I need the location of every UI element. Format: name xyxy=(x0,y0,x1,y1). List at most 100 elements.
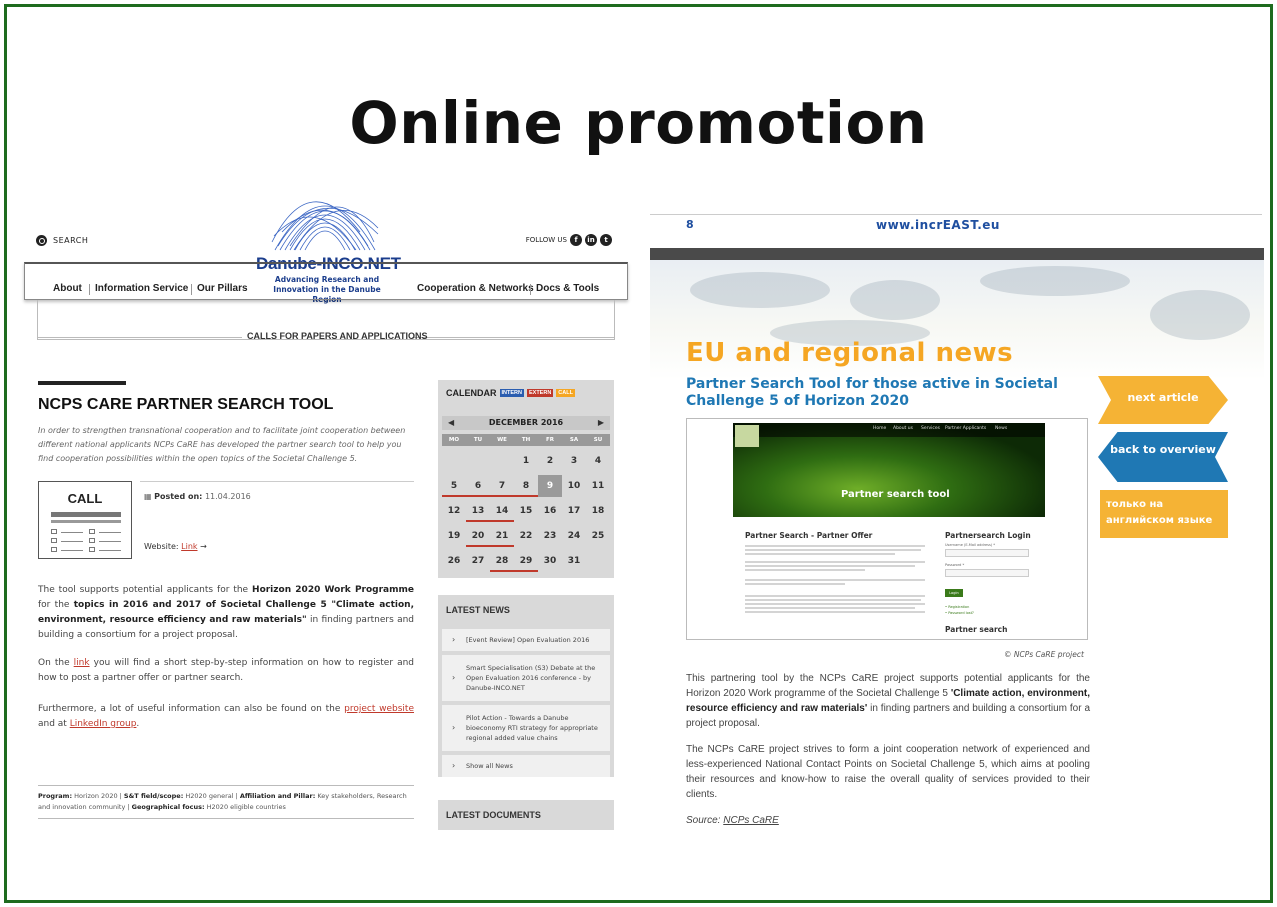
calendar-day[interactable]: 12 xyxy=(442,500,466,522)
tag-intern[interactable]: INTERN xyxy=(499,389,524,397)
pst-forgot-link[interactable]: • Password lost? xyxy=(945,611,974,615)
pst-nav: Home About us Services Partner Applicant… xyxy=(733,423,1045,437)
latest-documents-panel: LATEST DOCUMENTS xyxy=(438,800,614,830)
pst-register-link[interactable]: • Registration xyxy=(945,605,969,609)
nav-our-pillars[interactable]: Our Pillars xyxy=(197,283,248,294)
pst-username-input[interactable] xyxy=(945,549,1029,557)
calendar-day[interactable]: 8 xyxy=(514,475,538,497)
back-to-overview-button[interactable]: back to overview xyxy=(1098,432,1228,482)
search-label: SEARCH xyxy=(53,236,89,245)
calendar-day[interactable]: 26 xyxy=(442,550,466,572)
nav-docs-tools[interactable]: Docs & Tools xyxy=(536,283,599,294)
calendar-day[interactable]: 20 xyxy=(466,525,490,547)
next-article-button[interactable]: next article xyxy=(1098,376,1228,424)
image-credit: © NCPs CaRE project xyxy=(1004,650,1084,659)
calendar-day[interactable]: 30 xyxy=(538,550,562,572)
register-link[interactable]: link xyxy=(74,658,90,668)
calendar-day[interactable]: 6 xyxy=(466,475,490,497)
next-article-label: next article xyxy=(1127,391,1199,404)
weekday-label: SA xyxy=(569,437,579,443)
text-line xyxy=(745,545,925,547)
calendar-day[interactable]: 28 xyxy=(490,550,514,572)
pst-nav-item[interactable]: Home xyxy=(873,426,886,431)
nav-about[interactable]: About xyxy=(53,283,82,294)
call-bar xyxy=(51,512,121,517)
linkedin-icon[interactable]: in xyxy=(585,234,597,246)
calendar-day[interactable]: 15 xyxy=(514,500,538,522)
news-item[interactable]: › Smart Specialisation (S3) Debate at the… xyxy=(442,655,610,701)
weekday-label: TH xyxy=(521,437,531,443)
calendar-day[interactable]: 1 xyxy=(514,450,538,472)
pst-hero-title: Partner search tool xyxy=(841,489,950,500)
pst-password-input[interactable] xyxy=(945,569,1029,577)
calendar-day[interactable]: 29 xyxy=(514,550,538,572)
calendar-day[interactable]: 23 xyxy=(538,525,562,547)
english-only-note: только на английском языке xyxy=(1100,490,1228,538)
checkbox-icon xyxy=(51,529,57,534)
news-item[interactable]: › Pilot Action - Towards a Danube bioecon… xyxy=(442,705,610,751)
nav-information-service[interactable]: Information Service xyxy=(95,283,188,294)
call-badge: CALL xyxy=(38,481,132,559)
calendar-day[interactable]: 4 xyxy=(586,450,610,472)
pst-nav-item[interactable]: Services xyxy=(921,426,940,431)
twitter-icon[interactable]: t xyxy=(600,234,612,246)
calendar-day[interactable]: 18 xyxy=(586,500,610,522)
next-month-icon[interactable]: ▶ xyxy=(598,416,604,430)
calendar-day[interactable]: 31 xyxy=(562,550,586,572)
news-item[interactable]: › [Event Review] Open Evaluation 2016 xyxy=(442,629,610,651)
calendar-day[interactable]: 2 xyxy=(538,450,562,472)
pst-nav-item[interactable]: Partner Applicants xyxy=(945,426,986,431)
text-line xyxy=(745,611,925,613)
weekday-label: TU xyxy=(473,437,483,443)
text-line xyxy=(745,549,921,551)
title-accent-bar xyxy=(38,381,126,385)
text-line xyxy=(745,607,915,609)
calendar-day[interactable]: 22 xyxy=(514,525,538,547)
calendar-day[interactable]: 25 xyxy=(586,525,610,547)
calendar-day[interactable]: 11 xyxy=(586,475,610,497)
text-line xyxy=(745,595,925,597)
calendar-day[interactable]: 24 xyxy=(562,525,586,547)
danube-logo-icon xyxy=(271,201,379,251)
calendar-day[interactable]: 7 xyxy=(490,475,514,497)
section-rule xyxy=(412,337,615,338)
increast-paragraph-2: The NCPs CaRE project strives to form a … xyxy=(686,744,1090,800)
calendar-day[interactable]: 14 xyxy=(490,500,514,522)
pst-nav-item[interactable]: News xyxy=(995,426,1007,431)
search-link[interactable]: SEARCH xyxy=(36,235,88,246)
pst-login-button[interactable]: Login xyxy=(945,589,963,597)
tag-extern[interactable]: EXTERN xyxy=(526,389,554,397)
calendar-day[interactable]: 19 xyxy=(442,525,466,547)
nav-divider xyxy=(530,284,531,295)
pst-search-title: Partner search xyxy=(945,625,1008,634)
calendar-day[interactable]: 3 xyxy=(562,450,586,472)
pst-offer-title: Partner Search - Partner Offer xyxy=(745,531,873,540)
partner-search-screenshot: Home About us Services Partner Applicant… xyxy=(686,418,1088,640)
calendar-day[interactable]: 17 xyxy=(562,500,586,522)
header-bar xyxy=(650,248,1264,260)
source-link[interactable]: NCPs CaRE xyxy=(723,815,779,826)
facebook-icon[interactable]: f xyxy=(570,234,582,246)
prev-month-icon[interactable]: ◀ xyxy=(448,416,454,430)
calendar-day[interactable]: 13 xyxy=(466,500,490,522)
show-all-news[interactable]: › Show all News xyxy=(442,755,610,777)
text-line xyxy=(745,599,921,601)
website-link[interactable]: Link xyxy=(181,542,197,551)
article-paragraph-2: On the link you will find a short step-b… xyxy=(38,658,414,683)
project-website-link[interactable]: project website xyxy=(344,704,414,714)
call-line xyxy=(99,550,121,551)
nav-cooperation-networks[interactable]: Cooperation & Networks xyxy=(417,283,534,294)
pst-nav-item[interactable]: About us xyxy=(893,426,913,431)
linkedin-group-link[interactable]: LinkedIn group xyxy=(70,719,137,729)
calendar-day[interactable]: 5 xyxy=(442,475,466,497)
article-subheadline: Partner Search Tool for those active in … xyxy=(686,376,1058,409)
tag-call[interactable]: CALL xyxy=(556,389,575,397)
calendar-day[interactable]: 21 xyxy=(490,525,514,547)
calendar-day[interactable]: 10 xyxy=(562,475,586,497)
pst-login-title: Partnersearch Login xyxy=(945,531,1031,540)
calendar-day[interactable]: 9 xyxy=(538,475,562,497)
checkbox-icon xyxy=(89,538,95,543)
calendar-day[interactable]: 27 xyxy=(466,550,490,572)
site-url[interactable]: www.incrEAST.eu xyxy=(876,218,1000,232)
calendar-day[interactable]: 16 xyxy=(538,500,562,522)
